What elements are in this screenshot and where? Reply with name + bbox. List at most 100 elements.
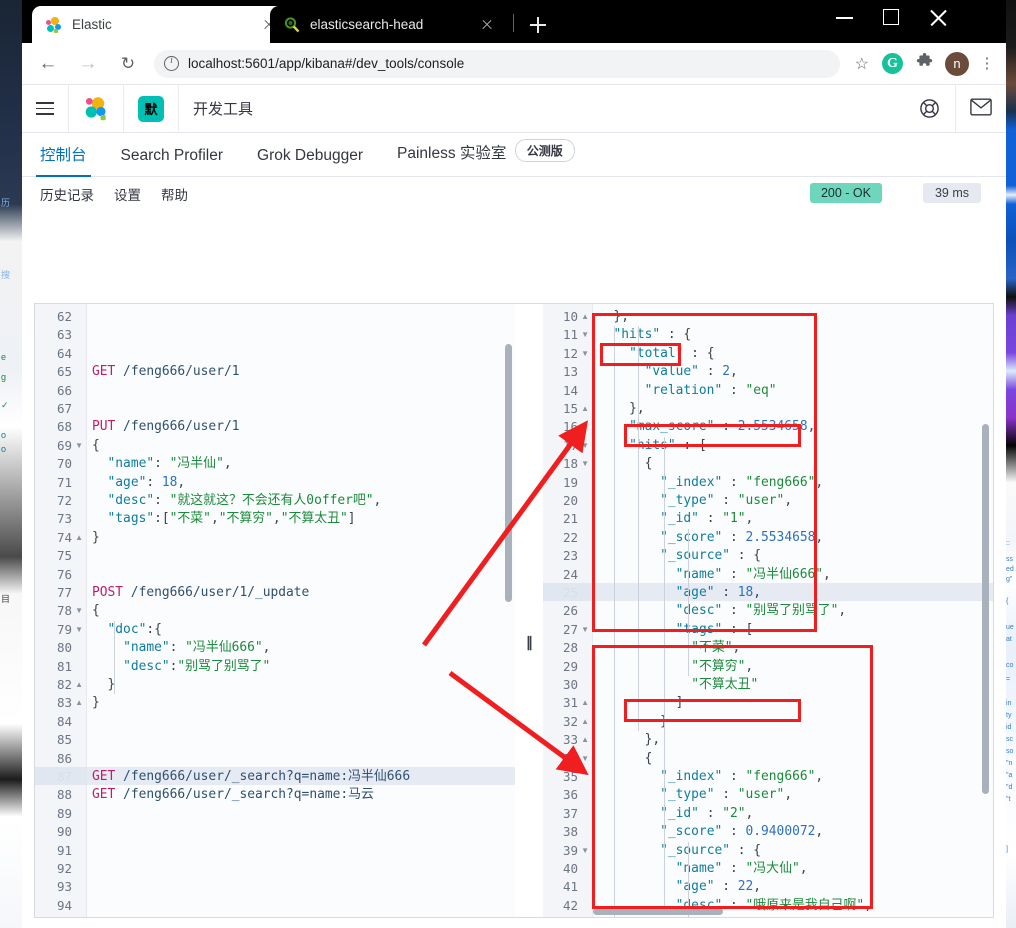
browser-tab-elasticsearch-head[interactable]: elasticsearch-head — [270, 6, 506, 43]
response-code: }, "hits" : { "total" : { "value" : 2, "… — [543, 304, 993, 917]
back-arrow-icon[interactable]: ← — [33, 49, 63, 79]
fold-toggle-icon[interactable]: ▼ — [581, 455, 589, 473]
tab-search-profiler[interactable]: Search Profiler — [121, 147, 224, 176]
code-line: { — [92, 437, 100, 453]
code-line: "不算太丑" — [691, 677, 759, 692]
response-scrollbar[interactable] — [982, 424, 989, 794]
fold-toggle-icon[interactable]: ▼ — [581, 437, 589, 455]
grammarly-extension-icon[interactable]: G — [882, 53, 903, 74]
reload-icon[interactable]: ↻ — [113, 49, 143, 79]
code-line: "name": "冯半仙666", — [123, 640, 271, 656]
history-link[interactable]: 历史记录 — [40, 184, 94, 204]
line-number: 90 — [56, 824, 72, 840]
tab-painless-lab[interactable]: Painless 实验室 公测版 — [397, 139, 575, 176]
news-button[interactable] — [956, 85, 1006, 132]
kebab-menu-icon[interactable]: ⋮ — [978, 56, 996, 71]
line-number: 12 — [562, 345, 578, 361]
fold-toggle-icon[interactable]: ▼ — [581, 915, 589, 917]
tab-title: elasticsearch-head — [310, 17, 424, 32]
close-icon[interactable] — [476, 14, 498, 36]
info-icon[interactable] — [164, 55, 179, 71]
fold-toggle-icon[interactable]: ▲ — [581, 731, 589, 749]
line-number: 77 — [56, 585, 72, 600]
line-number: 65 — [56, 364, 72, 380]
lifebuoy-help-icon — [919, 98, 941, 120]
code-line: "age" : 18, — [675, 585, 762, 600]
indent-guide — [614, 326, 615, 917]
space-selector-button[interactable]: 默 — [124, 85, 179, 132]
fold-toggle-icon[interactable]: ▲ — [581, 713, 589, 731]
tab-console[interactable]: 控制台 — [36, 143, 90, 177]
line-number: 11 — [562, 327, 578, 343]
panel-splitter[interactable]: ∥ — [515, 304, 543, 917]
kibana-logo-button[interactable] — [69, 85, 124, 132]
fold-toggle-icon[interactable]: ▲ — [581, 694, 589, 712]
status-badge: 公测版 — [514, 139, 575, 162]
forward-arrow-icon[interactable]: → — [73, 49, 103, 79]
indent-guide — [638, 326, 639, 732]
fold-toggle-icon[interactable]: ▼ — [581, 326, 589, 344]
code-line: "desc":"别骂了别骂了" — [123, 658, 271, 674]
line-number: 26 — [562, 603, 578, 619]
fold-toggle-icon[interactable]: ▲ — [75, 694, 83, 712]
editor-scrollbar[interactable] — [505, 344, 512, 602]
line-number: 13 — [562, 364, 578, 380]
fold-toggle-icon[interactable]: ▼ — [581, 345, 589, 363]
request-editor[interactable]: 62 63 64 65 66 67 68 69 ▼ 70 71 72 73 74 ▲ 75 76 77 78 ▼ 79 ▼… — [35, 304, 515, 917]
line-number: 22 — [562, 529, 578, 545]
code-line: { — [644, 750, 653, 766]
star-icon[interactable]: ☆ — [855, 54, 869, 74]
elastic-logo-icon — [83, 96, 109, 122]
fold-toggle-icon[interactable]: ▼ — [75, 437, 83, 455]
minimize-icon[interactable] — [822, 0, 868, 34]
maximize-icon[interactable] — [868, 0, 914, 34]
code-line: ] — [675, 695, 684, 711]
code-line: "name" : "冯大仙", — [675, 861, 808, 876]
response-viewer[interactable]: 10▲11▼12▼131415▲1617▼18▼1920212223242526… — [543, 304, 993, 917]
response-hscrollbar[interactable] — [593, 908, 723, 915]
tab-grok-debugger[interactable]: Grok Debugger — [257, 147, 363, 176]
line-number: 92 — [56, 861, 72, 876]
browser-tab-elastic[interactable]: Elastic — [32, 6, 288, 43]
code-line: POST /feng666/user/1/_update — [92, 585, 310, 600]
fold-toggle-icon[interactable]: ▼ — [581, 621, 589, 639]
code-line: "_id" : "2", — [660, 805, 754, 821]
help-link[interactable]: 帮助 — [161, 184, 188, 204]
code-line: "desc": "就这就这？不会还有人0offer吧", — [107, 493, 382, 508]
code-line: "value" : 2, — [644, 364, 738, 380]
puzzle-icon[interactable] — [916, 52, 933, 75]
fold-toggle-icon[interactable]: ▼ — [581, 842, 589, 860]
line-number: 31 — [562, 695, 578, 711]
line-number: 36 — [562, 787, 578, 803]
fold-toggle-icon[interactable]: ▲ — [75, 676, 83, 694]
fold-toggle-icon[interactable]: ▲ — [581, 308, 589, 326]
code-line: "_score" : 2.5534658, — [660, 529, 824, 545]
line-number: 83 — [56, 695, 72, 711]
fold-toggle-icon[interactable]: ▼ — [75, 621, 83, 639]
code-line: "total" : { — [629, 345, 715, 361]
hamburger-menu-button[interactable] — [22, 85, 69, 132]
close-icon[interactable] — [916, 0, 962, 34]
editor-code[interactable]: GET /feng666/user/1 PUT /feng666/user/1 {… — [35, 304, 515, 917]
settings-link[interactable]: 设置 — [114, 184, 141, 204]
line-number: 88 — [56, 787, 72, 803]
line-number: 18 — [562, 456, 578, 472]
line-number: 80 — [56, 640, 72, 656]
address-bar[interactable]: localhost:5601/app/kibana#/dev_tools/con… — [154, 49, 840, 78]
fold-toggle-icon[interactable]: ▼ — [581, 750, 589, 768]
fold-toggle-icon[interactable]: ▲ — [581, 400, 589, 418]
line-number: 95 — [57, 915, 72, 917]
devtools-tabs: 控制台 Search Profiler Grok Debugger Painle… — [22, 133, 1006, 177]
response-time-badge: 39 ms — [922, 183, 981, 203]
fold-toggle-icon[interactable]: ▼ — [75, 602, 83, 620]
fold-toggle-icon[interactable]: ▲ — [75, 529, 83, 547]
indent-guide — [688, 528, 689, 676]
line-number: 74 — [56, 529, 72, 545]
new-tab-button[interactable] — [525, 12, 551, 38]
help-button[interactable] — [905, 85, 956, 132]
tab-title: Elastic — [72, 17, 112, 32]
avatar[interactable]: n — [945, 51, 969, 76]
